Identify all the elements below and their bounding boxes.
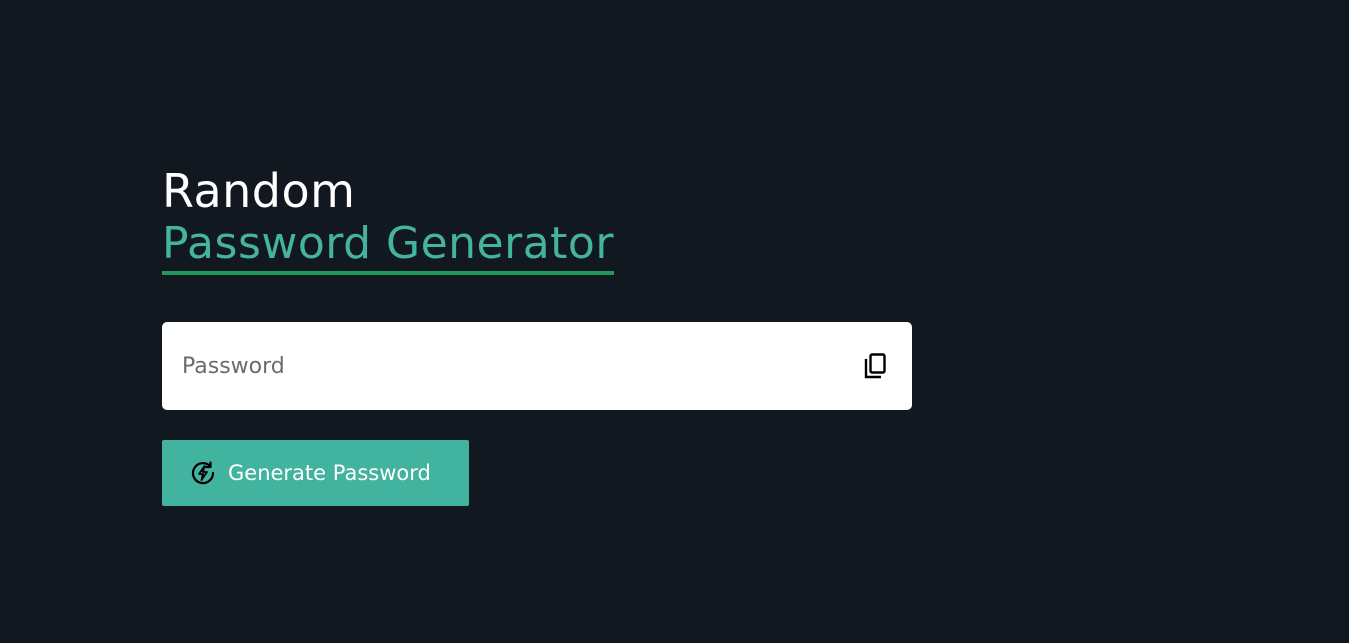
- lightning-refresh-icon: [190, 460, 216, 486]
- generate-button-label: Generate Password: [228, 461, 431, 485]
- copy-icon[interactable]: [862, 352, 890, 380]
- generator-card: Random Password Generator Generate Passw…: [162, 163, 912, 506]
- password-input[interactable]: [162, 322, 842, 410]
- subtitle-underline: Password Generator: [162, 217, 614, 275]
- generate-password-button[interactable]: Generate Password: [162, 440, 469, 506]
- password-field-container: [162, 322, 912, 410]
- page-subtitle: Password Generator: [162, 218, 614, 269]
- page-title: Random: [162, 164, 356, 218]
